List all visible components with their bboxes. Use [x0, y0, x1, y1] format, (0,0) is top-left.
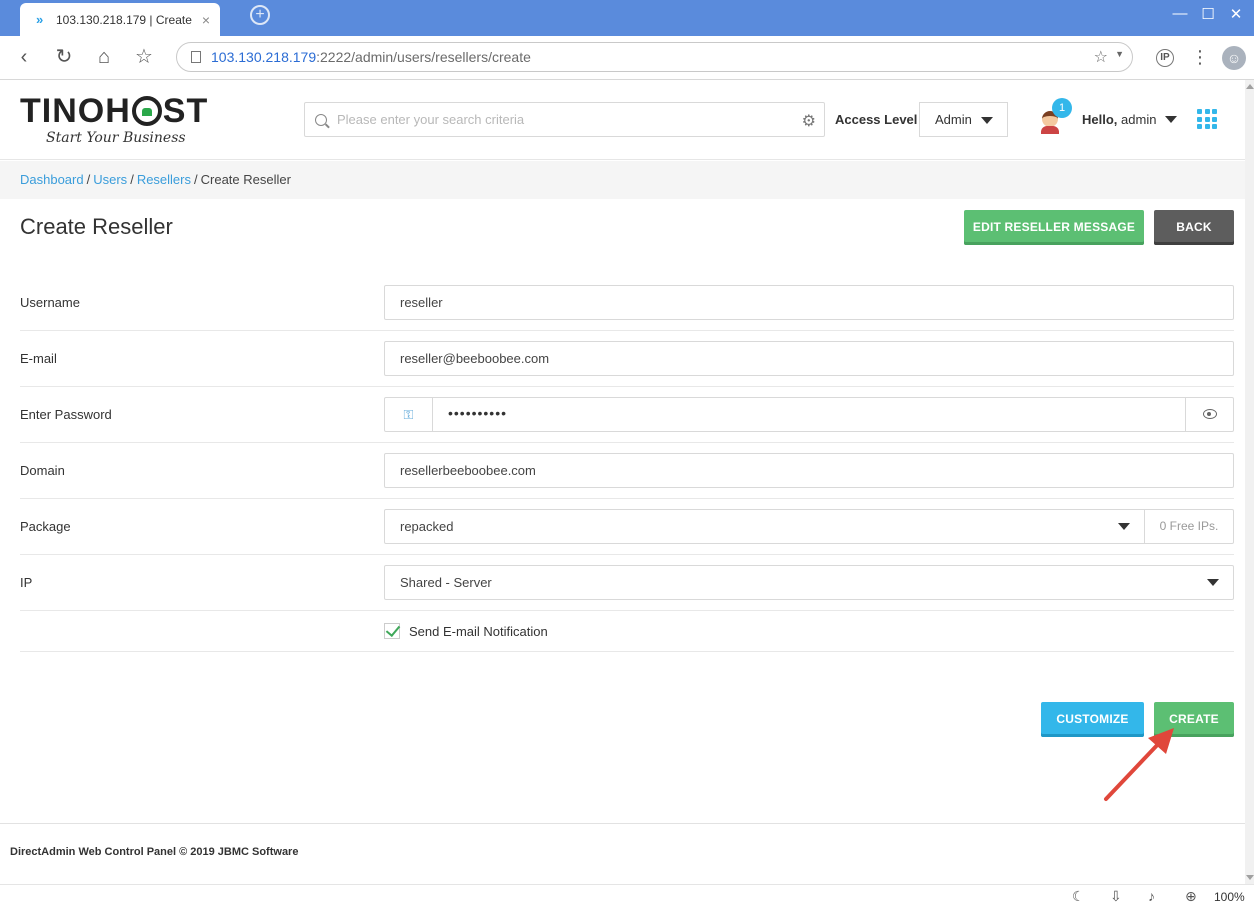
page-title: Create Reseller: [20, 214, 173, 239]
new-tab-icon[interactable]: +: [250, 5, 270, 25]
scrollbar[interactable]: [1245, 80, 1254, 884]
back-button[interactable]: BACK: [1154, 210, 1234, 245]
username-label: admin: [1121, 112, 1157, 127]
browser-toolbar: ‹ ↻ ⌂ ☆ 103.130.218.179 :2222/admin/user…: [0, 36, 1254, 80]
breadcrumb-users[interactable]: Users: [93, 172, 127, 187]
email-label: E-mail: [20, 351, 57, 366]
ip-value: Shared - Server: [400, 575, 492, 590]
logo-text-left: TINO: [20, 92, 106, 130]
minimize-icon[interactable]: —: [1166, 5, 1194, 22]
url-dropdown-icon[interactable]: ▼: [1115, 49, 1124, 59]
menu-dots-icon[interactable]: ⋮: [1188, 46, 1212, 70]
apps-grid-icon[interactable]: [1197, 109, 1217, 129]
send-email-label[interactable]: Send E-mail Notification: [409, 624, 548, 639]
package-label: Package: [20, 519, 71, 534]
bookmark-icon[interactable]: ☆: [132, 46, 156, 70]
volume-icon[interactable]: ♪: [1148, 888, 1155, 904]
domain-row: Domain resellerbeeboobee.com: [20, 443, 1234, 499]
profile-icon[interactable]: ☺: [1222, 46, 1246, 70]
email-row: E-mail reseller@beeboobee.com: [20, 331, 1234, 387]
username-row: Username reseller: [20, 275, 1234, 331]
logo-text-h: H: [105, 92, 131, 130]
package-row: Package repacked 0 Free IPs.: [20, 499, 1234, 555]
domain-field[interactable]: resellerbeeboobee.com: [384, 453, 1234, 488]
ip-extension-icon[interactable]: IP: [1156, 49, 1174, 67]
page-info-icon[interactable]: [191, 51, 201, 63]
email-field[interactable]: reseller@beeboobee.com: [384, 341, 1234, 376]
domain-label: Domain: [20, 463, 65, 478]
browser-titlebar: » 103.130.218.179 | Create R × + — ☐ ✕: [0, 0, 1254, 36]
zoom-level[interactable]: 100%: [1214, 890, 1245, 904]
footer-divider: [0, 823, 1254, 824]
notification-row: Send E-mail Notification: [20, 611, 1234, 652]
gear-icon[interactable]: ⚙: [802, 111, 816, 131]
tab-title: 103.130.218.179 | Create R: [56, 12, 196, 27]
url-bar[interactable]: 103.130.218.179 :2222/admin/users/resell…: [176, 42, 1133, 72]
star-icon[interactable]: ☆: [1094, 47, 1108, 67]
breadcrumb-dashboard[interactable]: Dashboard: [20, 172, 84, 187]
ip-label: IP: [20, 575, 33, 590]
breadcrumb: Dashboard / Users / Resellers / Create Reselle…: [0, 161, 1254, 199]
password-label: Enter Password: [20, 407, 112, 422]
ip-select[interactable]: Shared - Server: [384, 565, 1234, 600]
logo-ring-icon: [131, 96, 162, 126]
download-icon[interactable]: ⇩: [1110, 888, 1122, 905]
chevron-down-icon: [1118, 523, 1130, 530]
package-select[interactable]: repacked 0 Free IPs.: [384, 509, 1234, 544]
user-menu[interactable]: Hello, admin: [1082, 112, 1156, 127]
search-box[interactable]: ⚙: [304, 102, 825, 137]
back-icon[interactable]: ‹: [12, 46, 36, 70]
password-row: Enter Password ⚿ ••••••••••: [20, 387, 1234, 443]
username-field[interactable]: reseller: [384, 285, 1234, 320]
breadcrumb-resellers[interactable]: Resellers: [137, 172, 191, 187]
ip-row: IP Shared - Server: [20, 555, 1234, 611]
password-value: ••••••••••: [448, 405, 508, 421]
access-level-label: Access Level: [835, 112, 918, 127]
eye-icon: [1203, 409, 1217, 419]
access-level-select[interactable]: Admin: [919, 102, 1008, 137]
annotation-arrow-icon: [1104, 728, 1174, 801]
footer-text: DirectAdmin Web Control Panel © 2019 JBM…: [10, 846, 299, 858]
breadcrumb-current: Create Reseller: [200, 172, 291, 187]
search-icon: [315, 113, 327, 126]
send-email-checkbox[interactable]: [384, 623, 400, 639]
logo-slogan: Start Your Business: [46, 130, 186, 146]
password-field[interactable]: ⚿ ••••••••••: [384, 397, 1234, 432]
directadmin-favicon-icon: »: [36, 11, 44, 27]
access-level-value: Admin: [935, 112, 972, 127]
package-value: repacked: [400, 519, 454, 534]
chevron-down-icon: [981, 117, 993, 124]
scroll-up-icon[interactable]: [1246, 84, 1254, 89]
hello-label: Hello,: [1082, 112, 1118, 127]
scroll-down-icon[interactable]: [1246, 875, 1254, 880]
url-path: :2222/admin/users/resellers/create: [316, 49, 531, 65]
user-menu-chevron-icon[interactable]: [1165, 116, 1177, 123]
browser-tab[interactable]: » 103.130.218.179 | Create R ×: [20, 3, 220, 36]
generate-password-icon[interactable]: ⚿: [385, 398, 433, 431]
url-host: 103.130.218.179: [211, 49, 317, 65]
free-ips-label: 0 Free IPs.: [1144, 510, 1233, 543]
show-password-button[interactable]: [1185, 398, 1233, 431]
search-input[interactable]: [337, 112, 824, 127]
browser-statusbar: ☾ ⇩ ♪ ⊕ 100%: [0, 884, 1254, 908]
notification-badge[interactable]: 1: [1052, 98, 1072, 118]
tinohost-logo[interactable]: TINO H ST Start Your Business: [20, 94, 208, 146]
maximize-icon[interactable]: ☐: [1194, 5, 1222, 23]
zoom-icon[interactable]: ⊕: [1185, 888, 1197, 905]
logo-text-right: ST: [162, 92, 209, 130]
close-tab-icon[interactable]: ×: [202, 12, 210, 28]
edit-reseller-message-button[interactable]: EDIT RESELLER MESSAGE: [964, 210, 1144, 245]
home-icon[interactable]: ⌂: [92, 46, 116, 70]
reload-icon[interactable]: ↻: [52, 46, 76, 70]
username-label: Username: [20, 295, 80, 310]
night-mode-icon[interactable]: ☾: [1072, 888, 1085, 905]
close-window-icon[interactable]: ✕: [1222, 5, 1250, 23]
chevron-down-icon: [1207, 579, 1219, 586]
app-header: TINO H ST Start Your Business ⚙ Access L…: [0, 80, 1254, 160]
